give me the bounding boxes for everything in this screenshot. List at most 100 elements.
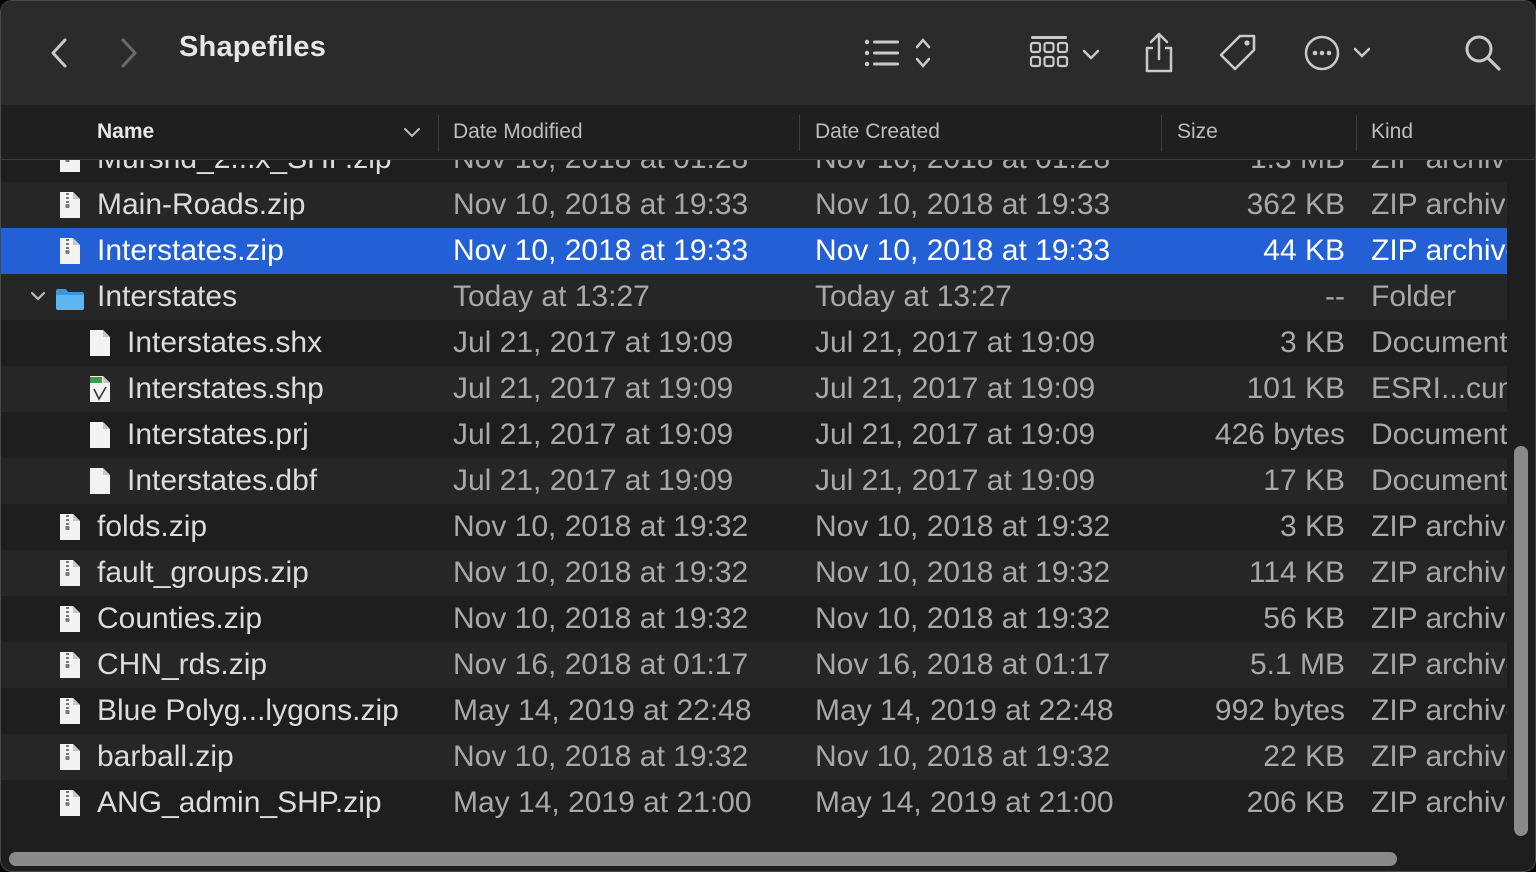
file-name: CHN_rds.zip xyxy=(97,648,268,681)
date-created: May 14, 2019 at 22:48 xyxy=(815,694,1114,727)
column-name[interactable]: Name xyxy=(97,105,154,159)
search-icon xyxy=(1465,35,1501,71)
file-kind: ZIP archive xyxy=(1371,602,1507,635)
file-name: Interstates.prj xyxy=(127,418,309,451)
sort-chevron-icon xyxy=(404,128,420,138)
file-size: 992 bytes xyxy=(1214,694,1345,727)
date-created: Nov 10, 2018 at 19:32 xyxy=(815,740,1111,773)
file-row[interactable]: Interstates.shp Jul 21, 2017 at 19:09 Jul … xyxy=(1,366,1507,412)
date-modified: Nov 16, 2018 at 01:17 xyxy=(453,648,749,681)
forward-button[interactable] xyxy=(111,29,147,77)
finder-window: Shapefiles Name Date Modified Date Creat… xyxy=(0,0,1536,872)
vertical-scrollbar[interactable] xyxy=(1514,446,1528,836)
shp-icon xyxy=(89,375,111,403)
file-size: -- xyxy=(1325,280,1345,313)
date-modified: Jul 21, 2017 at 19:09 xyxy=(453,372,734,405)
date-modified: Nov 10, 2018 at 19:32 xyxy=(453,602,749,635)
ellipsis-circle-icon xyxy=(1304,35,1371,71)
file-name: barball.zip xyxy=(97,740,234,773)
zip-icon xyxy=(59,160,81,173)
file-row[interactable]: Interstates.zip Nov 10, 2018 at 19:33 Nov … xyxy=(1,228,1507,274)
zip-icon xyxy=(59,743,81,771)
file-kind: ZIP archive xyxy=(1371,694,1507,727)
date-created: Nov 16, 2018 at 01:17 xyxy=(815,648,1111,681)
column-size[interactable]: Size xyxy=(1177,105,1218,159)
file-row[interactable]: Blue Polyg...lygons.zip May 14, 2019 at 2… xyxy=(1,688,1507,734)
file-name: Interstates xyxy=(97,280,238,313)
search-button[interactable] xyxy=(1461,29,1505,77)
date-modified: Nov 10, 2018 at 19:33 xyxy=(453,188,749,221)
file-row[interactable]: CHN_rds.zip Nov 16, 2018 at 01:17 Nov 16, … xyxy=(1,642,1507,688)
document-icon xyxy=(89,421,111,449)
zip-icon xyxy=(59,651,81,679)
file-kind: Document xyxy=(1371,464,1507,497)
column-divider[interactable] xyxy=(438,115,439,151)
date-created: Nov 10, 2018 at 19:33 xyxy=(815,188,1111,221)
file-row[interactable]: Murshd_2...x_SHP.zip Nov 10, 2018 at 01:2… xyxy=(1,160,1507,182)
file-row[interactable]: fault_groups.zip Nov 10, 2018 at 19:32 Nov… xyxy=(1,550,1507,596)
file-size: 17 KB xyxy=(1263,464,1345,497)
file-size: 114 KB xyxy=(1248,556,1345,589)
file-row[interactable]: folds.zip Nov 10, 2018 at 19:32 Nov 10, 20… xyxy=(1,504,1507,550)
date-modified: Nov 10, 2018 at 19:32 xyxy=(453,510,749,543)
date-created: Jul 21, 2017 at 19:09 xyxy=(815,418,1096,451)
file-kind: Document xyxy=(1371,326,1507,359)
zip-icon xyxy=(59,559,81,587)
back-button[interactable] xyxy=(41,29,77,77)
file-kind: ZIP archive xyxy=(1371,556,1507,589)
column-divider[interactable] xyxy=(799,115,800,151)
file-name: Counties.zip xyxy=(97,602,263,635)
file-kind: ZIP archive xyxy=(1371,160,1507,182)
file-size: 3 KB xyxy=(1279,326,1345,359)
file-size: 22 KB xyxy=(1263,740,1345,773)
tag-button[interactable] xyxy=(1215,29,1261,77)
file-name: Blue Polyg...lygons.zip xyxy=(97,694,399,727)
file-list: Murshd_2...x_SHP.zip Nov 10, 2018 at 01:2… xyxy=(1,160,1507,850)
view-options-button[interactable] xyxy=(859,29,939,77)
more-actions-button[interactable] xyxy=(1301,29,1377,77)
window-title: Shapefiles xyxy=(179,31,327,63)
date-modified: May 14, 2019 at 22:48 xyxy=(453,694,752,727)
toolbar: Shapefiles xyxy=(1,1,1535,106)
column-kind[interactable]: Kind xyxy=(1371,105,1413,159)
file-row[interactable]: Interstates.prj Jul 21, 2017 at 19:09 Jul … xyxy=(1,412,1507,458)
file-size: 362 KB xyxy=(1246,188,1345,221)
disclosure-triangle-icon[interactable] xyxy=(29,274,49,320)
list-view-icon xyxy=(864,38,931,68)
column-header: Name Date Modified Date Created Size Kin… xyxy=(1,105,1535,160)
file-size: 206 KB xyxy=(1246,786,1345,819)
column-divider[interactable] xyxy=(1161,115,1162,151)
date-created: Jul 21, 2017 at 19:09 xyxy=(815,464,1096,497)
file-row[interactable]: Interstates.shx Jul 21, 2017 at 19:09 Jul … xyxy=(1,320,1507,366)
file-kind: ZIP archive xyxy=(1371,648,1507,681)
grid-group-icon xyxy=(1029,36,1100,68)
file-size: 101 KB xyxy=(1246,372,1345,405)
group-button[interactable] xyxy=(1027,29,1105,77)
file-row[interactable]: Interstates.dbf Jul 21, 2017 at 19:09 Jul … xyxy=(1,458,1507,504)
file-size: 3 KB xyxy=(1279,510,1345,543)
zip-icon xyxy=(59,697,81,725)
file-name: Murshd_2...x_SHP.zip xyxy=(97,160,392,182)
column-date-created[interactable]: Date Created xyxy=(815,105,940,159)
zip-icon xyxy=(59,789,81,817)
date-modified: Nov 10, 2018 at 19:32 xyxy=(453,556,749,589)
file-row[interactable]: Counties.zip Nov 10, 2018 at 19:32 Nov 10,… xyxy=(1,596,1507,642)
date-created: Nov 10, 2018 at 19:32 xyxy=(815,556,1111,589)
file-row[interactable]: ANG_admin_SHP.zip May 14, 2019 at 21:00 Ma… xyxy=(1,780,1507,826)
column-divider[interactable] xyxy=(1356,115,1357,151)
file-row[interactable]: Main-Roads.zip Nov 10, 2018 at 19:33 Nov 1… xyxy=(1,182,1507,228)
file-name: Main-Roads.zip xyxy=(97,188,306,221)
file-size: 1.3 MB xyxy=(1161,160,1345,182)
file-name: folds.zip xyxy=(97,510,208,543)
file-size: 56 KB xyxy=(1263,602,1345,635)
share-button[interactable] xyxy=(1139,29,1179,77)
column-date-modified[interactable]: Date Modified xyxy=(453,105,583,159)
date-created: Jul 21, 2017 at 19:09 xyxy=(815,326,1096,359)
date-modified: Jul 21, 2017 at 19:09 xyxy=(453,464,734,497)
file-kind: ZIP archive xyxy=(1371,234,1507,267)
folder-row[interactable]: Interstates Today at 13:27 Today at 13:27 -… xyxy=(1,274,1507,320)
file-row[interactable]: barball.zip Nov 10, 2018 at 19:32 Nov 10, … xyxy=(1,734,1507,780)
file-name: ANG_admin_SHP.zip xyxy=(97,786,382,819)
file-kind: ZIP archive xyxy=(1371,510,1507,543)
horizontal-scrollbar[interactable] xyxy=(9,852,1397,866)
